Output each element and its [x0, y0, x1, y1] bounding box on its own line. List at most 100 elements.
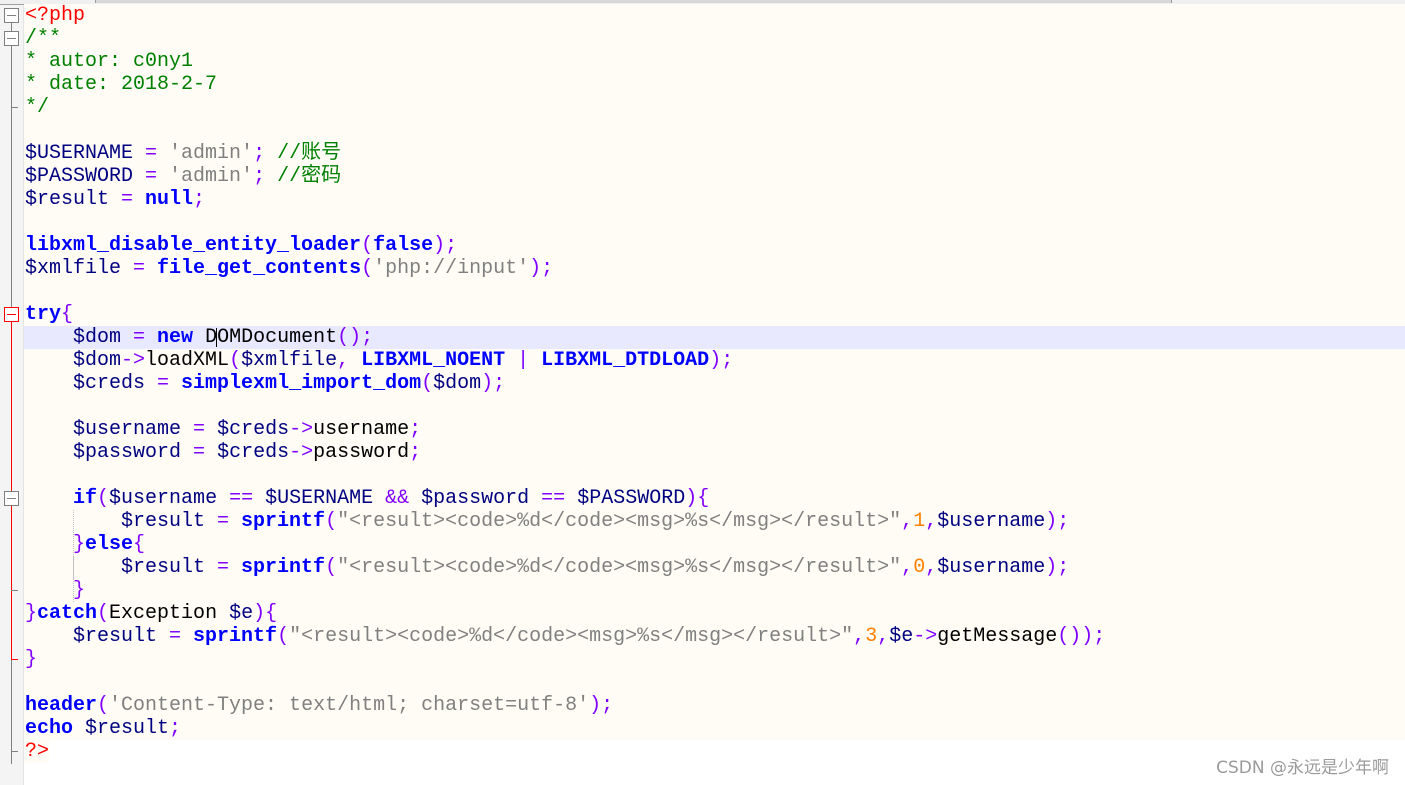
code-token: ( — [361, 234, 374, 257]
code-line[interactable]: */ — [24, 96, 1405, 119]
code-token: libxml_disable_entity_loader — [25, 234, 362, 257]
code-line[interactable]: }else{ — [24, 533, 1405, 556]
code-token: | — [517, 349, 542, 372]
fold-toggle-icon[interactable] — [4, 31, 19, 46]
code-token: == — [229, 487, 266, 510]
code-token: sprintf — [241, 510, 326, 533]
code-token: try — [25, 303, 62, 326]
code-token: 'Content-Type: text/html; charset=utf-8' — [109, 694, 590, 717]
code-line[interactable]: /** — [24, 27, 1405, 50]
code-token: $result — [121, 510, 218, 533]
scrollbar-thumb[interactable] — [95, 0, 1172, 3]
code-token: -> — [289, 441, 314, 464]
code-line[interactable] — [24, 671, 1405, 694]
code-line[interactable]: $result = null; — [24, 188, 1405, 211]
code-token: ( — [421, 372, 434, 395]
code-token: else — [85, 533, 134, 556]
code-line[interactable]: $xmlfile = file_get_contents('php://inpu… — [24, 257, 1405, 280]
code-token: Exception — [109, 602, 230, 625]
code-line[interactable] — [24, 464, 1405, 487]
code-token: //账号 — [277, 142, 342, 165]
code-line[interactable]: } — [24, 579, 1405, 602]
code-line[interactable] — [24, 280, 1405, 303]
code-token: ); — [481, 372, 506, 395]
code-token: echo — [25, 717, 86, 740]
code-token: ( — [97, 602, 110, 625]
code-line[interactable]: $password = $creds->password; — [24, 441, 1405, 464]
code-token: , — [901, 556, 914, 579]
code-line[interactable]: $result = sprintf("<result><code>%d</cod… — [24, 556, 1405, 579]
code-line[interactable] — [24, 395, 1405, 418]
code-token: -> — [289, 418, 314, 441]
code-line[interactable] — [24, 211, 1405, 234]
code-token: ){ — [685, 487, 710, 510]
code-token: $result — [25, 188, 122, 211]
code-token: $dom — [73, 326, 134, 349]
code-token: ( — [361, 257, 374, 280]
code-token: 3 — [865, 625, 878, 648]
code-line[interactable]: $result = sprintf("<result><code>%d</cod… — [24, 510, 1405, 533]
code-line[interactable]: <?php — [24, 4, 1405, 27]
code-token: 'php://input' — [373, 257, 530, 280]
code-token: $USERNAME — [265, 487, 386, 510]
code-token: LIBXML_DTDLOAD — [541, 349, 710, 372]
code-token: username — [313, 418, 410, 441]
code-line[interactable]: header('Content-Type: text/html; charset… — [24, 694, 1405, 717]
code-token: } — [73, 533, 86, 556]
fold-toggle-icon[interactable] — [4, 8, 19, 23]
code-line[interactable]: $dom->loadXML($xmlfile, LIBXML_NOENT | L… — [24, 349, 1405, 372]
code-line[interactable]: $creds = simplexml_import_dom($dom); — [24, 372, 1405, 395]
code-line[interactable]: libxml_disable_entity_loader(false); — [24, 234, 1405, 257]
code-token: */ — [25, 96, 50, 119]
code-line[interactable]: $USERNAME = 'admin'; //账号 — [24, 142, 1405, 165]
code-token: false — [373, 234, 434, 257]
code-token: LIBXML_NOENT — [361, 349, 518, 372]
code-token: if — [73, 487, 98, 510]
code-token: = — [217, 556, 242, 579]
code-line[interactable]: $dom = new DOMDocument(); — [24, 326, 1405, 349]
code-line[interactable]: try{ — [24, 303, 1405, 326]
code-token: ); — [433, 234, 458, 257]
code-line[interactable]: echo $result; — [24, 717, 1405, 740]
code-token: //密码 — [277, 165, 342, 188]
code-token: = — [193, 441, 218, 464]
code-token: 0 — [913, 556, 926, 579]
code-token: 'admin' — [169, 165, 254, 188]
fold-toggle-icon[interactable] — [4, 307, 19, 322]
code-line[interactable]: $PASSWORD = 'admin'; //密码 — [24, 165, 1405, 188]
code-token: = — [145, 165, 170, 188]
code-token: new — [157, 326, 206, 349]
code-token: DOMDocument — [205, 326, 338, 349]
code-token: $result — [85, 717, 170, 740]
code-token: $username — [73, 418, 194, 441]
code-token: $USERNAME — [25, 142, 146, 165]
fold-toggle-icon[interactable] — [4, 491, 19, 506]
code-token: ( — [97, 487, 110, 510]
code-token: = — [133, 257, 158, 280]
code-line[interactable] — [24, 119, 1405, 142]
code-token: * autor: c0ny1 — [25, 50, 194, 73]
code-line[interactable]: * autor: c0ny1 — [24, 50, 1405, 73]
text-caret — [216, 328, 217, 347]
code-line[interactable]: * date: 2018-2-7 — [24, 73, 1405, 96]
code-token: ( — [229, 349, 242, 372]
code-token: <?php — [25, 4, 86, 27]
code-token: , — [925, 556, 938, 579]
code-token: ); — [1045, 556, 1070, 579]
code-token: $result — [73, 625, 170, 648]
code-token: sprintf — [241, 556, 326, 579]
code-token: && — [385, 487, 422, 510]
fold-line-active — [11, 319, 12, 660]
code-line[interactable]: if($username == $USERNAME && $password =… — [24, 487, 1405, 510]
code-editor[interactable]: <?php/** * autor: c0ny1 * date: 2018-2-7 */… — [24, 4, 1405, 763]
code-line[interactable]: } — [24, 648, 1405, 671]
code-line[interactable]: $username = $creds->username; — [24, 418, 1405, 441]
code-line[interactable]: ?> — [24, 740, 1405, 763]
code-token: $xmlfile — [241, 349, 338, 372]
code-line[interactable]: }catch(Exception $e){ — [24, 602, 1405, 625]
code-token: = — [145, 142, 170, 165]
code-line[interactable]: $result = sprintf("<result><code>%d</cod… — [24, 625, 1405, 648]
